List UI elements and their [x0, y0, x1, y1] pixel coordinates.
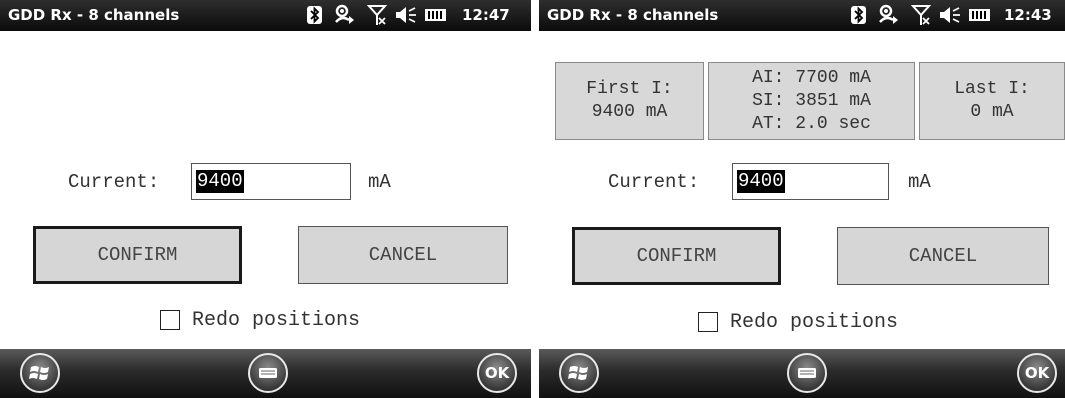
device-screen-left: GDD Rx - 8 channels 12:47 Current: 9400 …	[0, 0, 531, 398]
clock: 12:43	[1004, 6, 1052, 24]
first-current-value: 9400 mA	[591, 102, 668, 122]
current-label: Current:	[68, 171, 160, 193]
redo-positions-checkbox[interactable]	[698, 312, 718, 332]
sync-icon[interactable]	[877, 3, 901, 27]
keyboard-icon[interactable]	[787, 353, 827, 393]
confirm-button-label: CONFIRM	[97, 244, 178, 266]
average-time: AT: 2.0 sec	[752, 113, 871, 134]
speaker-icon[interactable]	[395, 6, 417, 24]
redo-positions-label[interactable]: Redo positions	[192, 309, 360, 332]
current-value: 9400	[737, 170, 785, 193]
current-input[interactable]: 9400	[732, 163, 889, 200]
bottom-bar: OK	[0, 349, 531, 398]
status-icons: 12:43	[851, 0, 1065, 31]
confirm-button[interactable]: CONFIRM	[33, 226, 242, 284]
bluetooth-icon[interactable]	[307, 6, 322, 24]
first-current-label: First I:	[586, 79, 673, 99]
redo-positions-label[interactable]: Redo positions	[730, 311, 898, 334]
cancel-button-label: CANCEL	[908, 245, 978, 267]
cancel-button[interactable]: CANCEL	[298, 226, 508, 284]
windows-start-icon[interactable]	[559, 353, 599, 393]
no-signal-icon[interactable]	[367, 4, 387, 26]
current-label: Current:	[608, 171, 700, 193]
app-title: GDD Rx - 8 channels	[8, 6, 180, 24]
last-current-value: 0 mA	[970, 102, 1014, 122]
average-current: AI: 7700 mA	[752, 67, 871, 88]
bottom-bar: OK	[539, 349, 1065, 398]
app-title: GDD Rx - 8 channels	[547, 6, 719, 24]
clock: 12:47	[462, 6, 510, 24]
cancel-button[interactable]: CANCEL	[837, 227, 1049, 285]
summary-box: AI: 7700 mA SI: 3851 mA AT: 2.0 sec	[708, 62, 915, 140]
ok-icon[interactable]: OK	[477, 353, 517, 393]
battery-icon[interactable]	[425, 9, 446, 21]
status-icons: 12:47	[307, 0, 531, 31]
set-current: SI: 3851 mA	[752, 90, 871, 111]
ok-icon[interactable]: OK	[1017, 353, 1057, 393]
last-current-box: Last I: 0 mA	[919, 62, 1065, 140]
no-signal-icon[interactable]	[911, 4, 931, 26]
device-screen-right: GDD Rx - 8 channels 12:43 First I: 9400 …	[539, 0, 1065, 398]
ok-button-label: OK	[1024, 364, 1050, 382]
current-value: 9400	[196, 170, 244, 193]
unit-label: mA	[368, 171, 391, 193]
speaker-icon[interactable]	[939, 6, 961, 24]
status-bar: GDD Rx - 8 channels	[539, 0, 1065, 31]
battery-icon[interactable]	[969, 9, 990, 21]
windows-start-icon[interactable]	[20, 353, 60, 393]
sync-icon[interactable]	[333, 3, 357, 27]
unit-label: mA	[908, 171, 931, 193]
first-current-box: First I: 9400 mA	[555, 62, 704, 140]
confirm-button-label: CONFIRM	[636, 245, 717, 267]
status-bar: GDD Rx - 8 channels	[0, 0, 531, 31]
ok-button-label: OK	[484, 364, 510, 382]
last-current-label: Last I:	[954, 79, 1030, 99]
bluetooth-icon[interactable]	[851, 6, 866, 24]
screen-divider	[531, 0, 539, 398]
keyboard-icon[interactable]	[248, 353, 288, 393]
redo-positions-checkbox[interactable]	[160, 310, 180, 330]
cancel-button-label: CANCEL	[368, 244, 438, 266]
confirm-button[interactable]: CONFIRM	[572, 227, 781, 285]
current-input[interactable]: 9400	[191, 163, 351, 200]
